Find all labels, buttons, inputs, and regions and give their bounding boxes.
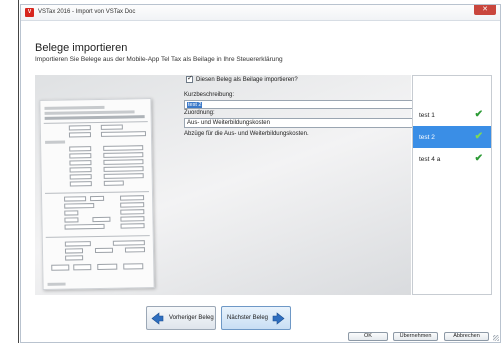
document-list: test 1 ✔ test 2 ✔ test 4 a ✔: [412, 75, 492, 295]
next-document-button[interactable]: Nächster Beleg: [221, 306, 291, 330]
next-document-label: Nächster Beleg: [227, 315, 269, 321]
title-bar[interactable]: V VSTax 2016 - Import von VSTax Doc ✕: [21, 5, 500, 21]
short-description-value: test 2: [187, 102, 203, 108]
list-item[interactable]: test 2 ✔: [413, 126, 491, 148]
check-icon: ✔: [474, 109, 483, 120]
import-checkbox[interactable]: [186, 74, 193, 83]
previous-document-label: Vorheriger Beleg: [169, 315, 214, 321]
list-item-label: test 1: [419, 111, 435, 119]
close-button[interactable]: ✕: [474, 5, 496, 15]
previous-document-button[interactable]: Vorheriger Beleg: [146, 306, 216, 330]
list-item-label: test 2: [419, 133, 435, 141]
resize-grip-icon[interactable]: [493, 335, 499, 341]
import-checkbox-row[interactable]: Diesen Beleg als Beilage importieren?: [186, 74, 298, 83]
background-left-strip: [0, 0, 19, 343]
list-item[interactable]: test 4 a ✔: [413, 148, 491, 170]
apply-button[interactable]: Übernehmen: [393, 332, 438, 341]
short-description-label: Kurzbeschreibung:: [184, 92, 235, 98]
list-item[interactable]: test 1 ✔: [413, 104, 491, 126]
window-title: VSTax 2016 - Import von VSTax Doc: [38, 9, 136, 15]
list-item-label: test 4 a: [419, 155, 441, 163]
assignment-value: Aus- und Weiterbildungskosten: [187, 120, 270, 126]
arrow-right-icon: [272, 311, 285, 325]
app-icon: V: [25, 8, 34, 17]
check-icon: ✔: [474, 131, 483, 142]
assignment-dropdown[interactable]: Aus- und Weiterbildungskosten ▾: [184, 118, 426, 128]
check-icon: ✔: [474, 153, 483, 164]
page-subtitle: Importieren Sie Belege aus der Mobile-Ap…: [35, 56, 283, 63]
page-title: Belege importieren: [35, 42, 128, 54]
ok-button[interactable]: OK: [348, 332, 388, 341]
assignment-description: Abzüge für die Aus- und Weiterbildungsko…: [184, 131, 309, 137]
cancel-button[interactable]: Abbrechen: [444, 332, 489, 341]
assignment-label: Zuordnung:: [184, 110, 215, 116]
short-description-input[interactable]: test 2: [184, 100, 426, 109]
scanned-form-paper: [39, 98, 155, 290]
close-icon: ✕: [482, 6, 488, 13]
import-dialog: V VSTax 2016 - Import von VSTax Doc ✕ Be…: [20, 4, 501, 343]
import-checkbox-label: Diesen Beleg als Beilage importieren?: [196, 76, 298, 83]
arrow-left-icon: [151, 311, 164, 325]
